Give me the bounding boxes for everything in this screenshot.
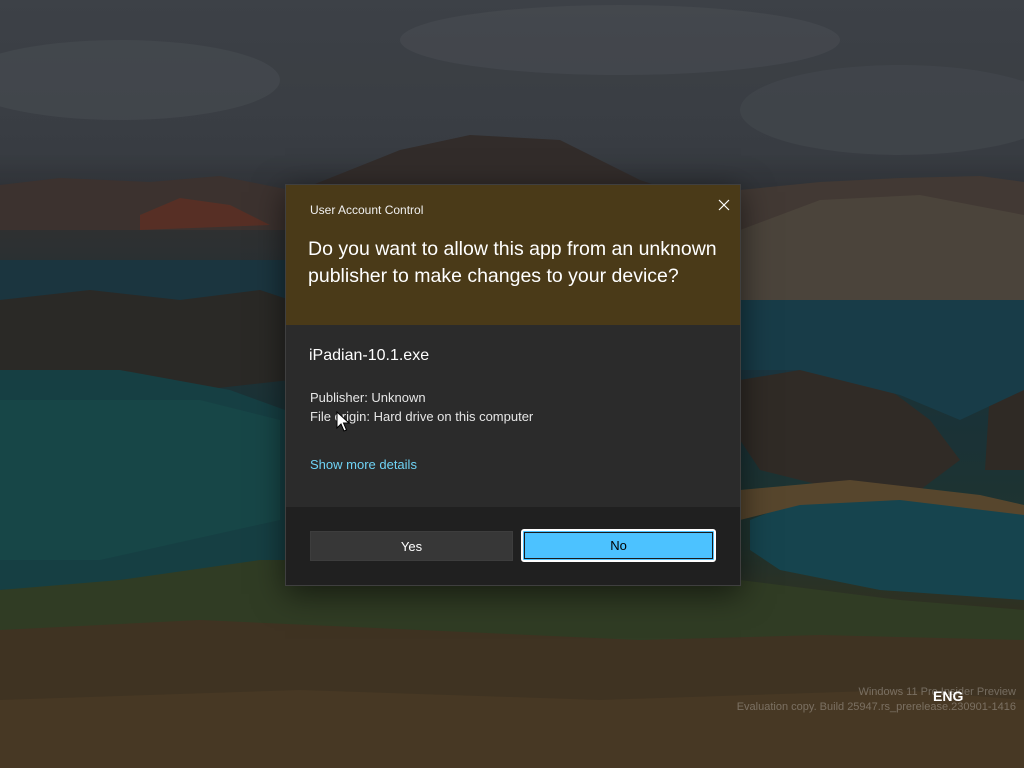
app-name: iPadian-10.1.exe [309, 347, 430, 364]
watermark-line-1: Windows 11 Pro Insider Preview [858, 686, 1016, 698]
windows-watermark: Windows 11 Pro Insider Preview Evaluatio… [737, 685, 1016, 715]
mouse-pointer-icon [336, 411, 350, 432]
dialog-title: User Account Control [310, 203, 424, 217]
no-button[interactable]: No [521, 529, 716, 562]
uac-footer: Yes No [286, 507, 740, 585]
uac-dialog: User Account Control Do you want to allo… [285, 184, 741, 586]
uac-body: iPadian-10.1.exe Publisher: Unknown File… [286, 325, 740, 507]
close-icon [718, 199, 730, 211]
publisher-info: Publisher: Unknown [310, 390, 426, 405]
watermark-line-2: Evaluation copy. Build 25947.rs_prerelea… [736, 701, 1016, 713]
uac-header: User Account Control Do you want to allo… [286, 185, 740, 325]
show-more-details-link[interactable]: Show more details [310, 457, 417, 472]
yes-button[interactable]: Yes [310, 531, 513, 561]
language-indicator[interactable]: ENG [933, 688, 963, 704]
uac-question: Do you want to allow this app from an un… [308, 238, 717, 287]
close-button[interactable] [712, 193, 736, 217]
